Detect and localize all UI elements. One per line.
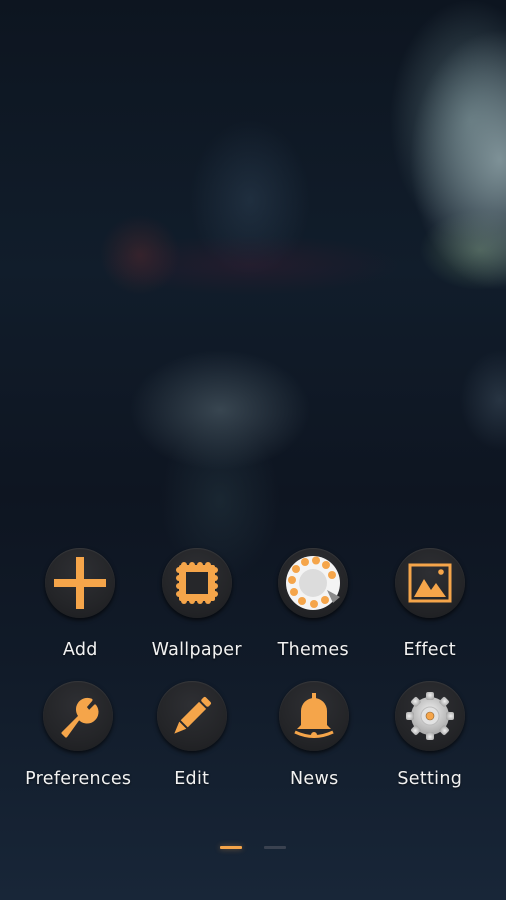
pencil-icon: [174, 697, 211, 734]
news-button[interactable]: [279, 681, 350, 751]
menu-item-setting[interactable]: Setting: [367, 681, 494, 789]
menu-item-wallpaper[interactable]: Wallpaper: [134, 548, 261, 660]
page-indicator: [0, 846, 506, 849]
menu-item-preferences[interactable]: Preferences: [15, 681, 142, 789]
picture-icon: [408, 563, 452, 603]
gear-icon: [405, 692, 454, 740]
themes-button[interactable]: [278, 548, 349, 618]
menu-item-label: News: [290, 769, 339, 789]
menu-item-label: Preferences: [25, 769, 132, 789]
menu-item-label: Wallpaper: [151, 640, 242, 660]
add-button[interactable]: [45, 548, 116, 618]
plus-icon: [54, 557, 107, 609]
preferences-button[interactable]: [43, 681, 114, 751]
stamp-frame-icon: [175, 562, 218, 604]
menu-item-add[interactable]: Add: [17, 548, 144, 660]
edit-button[interactable]: [156, 681, 227, 751]
menu-item-effect[interactable]: Effect: [367, 548, 494, 660]
wrench-icon: [61, 697, 99, 738]
bell-icon: [294, 693, 334, 738]
setting-button[interactable]: [394, 681, 465, 751]
menu-item-themes[interactable]: Themes: [250, 548, 377, 660]
menu-item-label: Effect: [403, 640, 456, 660]
menu-item-label: Edit: [174, 769, 210, 789]
launcher-menu-grid: Add Wallpaper Themes Effect Preferences …: [0, 548, 506, 789]
menu-item-label: Setting: [397, 769, 463, 789]
menu-item-label: Add: [62, 640, 98, 660]
menu-item-news[interactable]: News: [251, 681, 378, 789]
page-indicator-dot-active[interactable]: [220, 846, 242, 849]
menu-item-edit[interactable]: Edit: [129, 681, 256, 789]
page-indicator-dot[interactable]: [264, 846, 286, 849]
menu-item-label: Themes: [277, 640, 349, 660]
effect-button[interactable]: [394, 548, 465, 618]
rotary-dial-icon: [286, 556, 341, 610]
wallpaper-button[interactable]: [161, 548, 232, 618]
